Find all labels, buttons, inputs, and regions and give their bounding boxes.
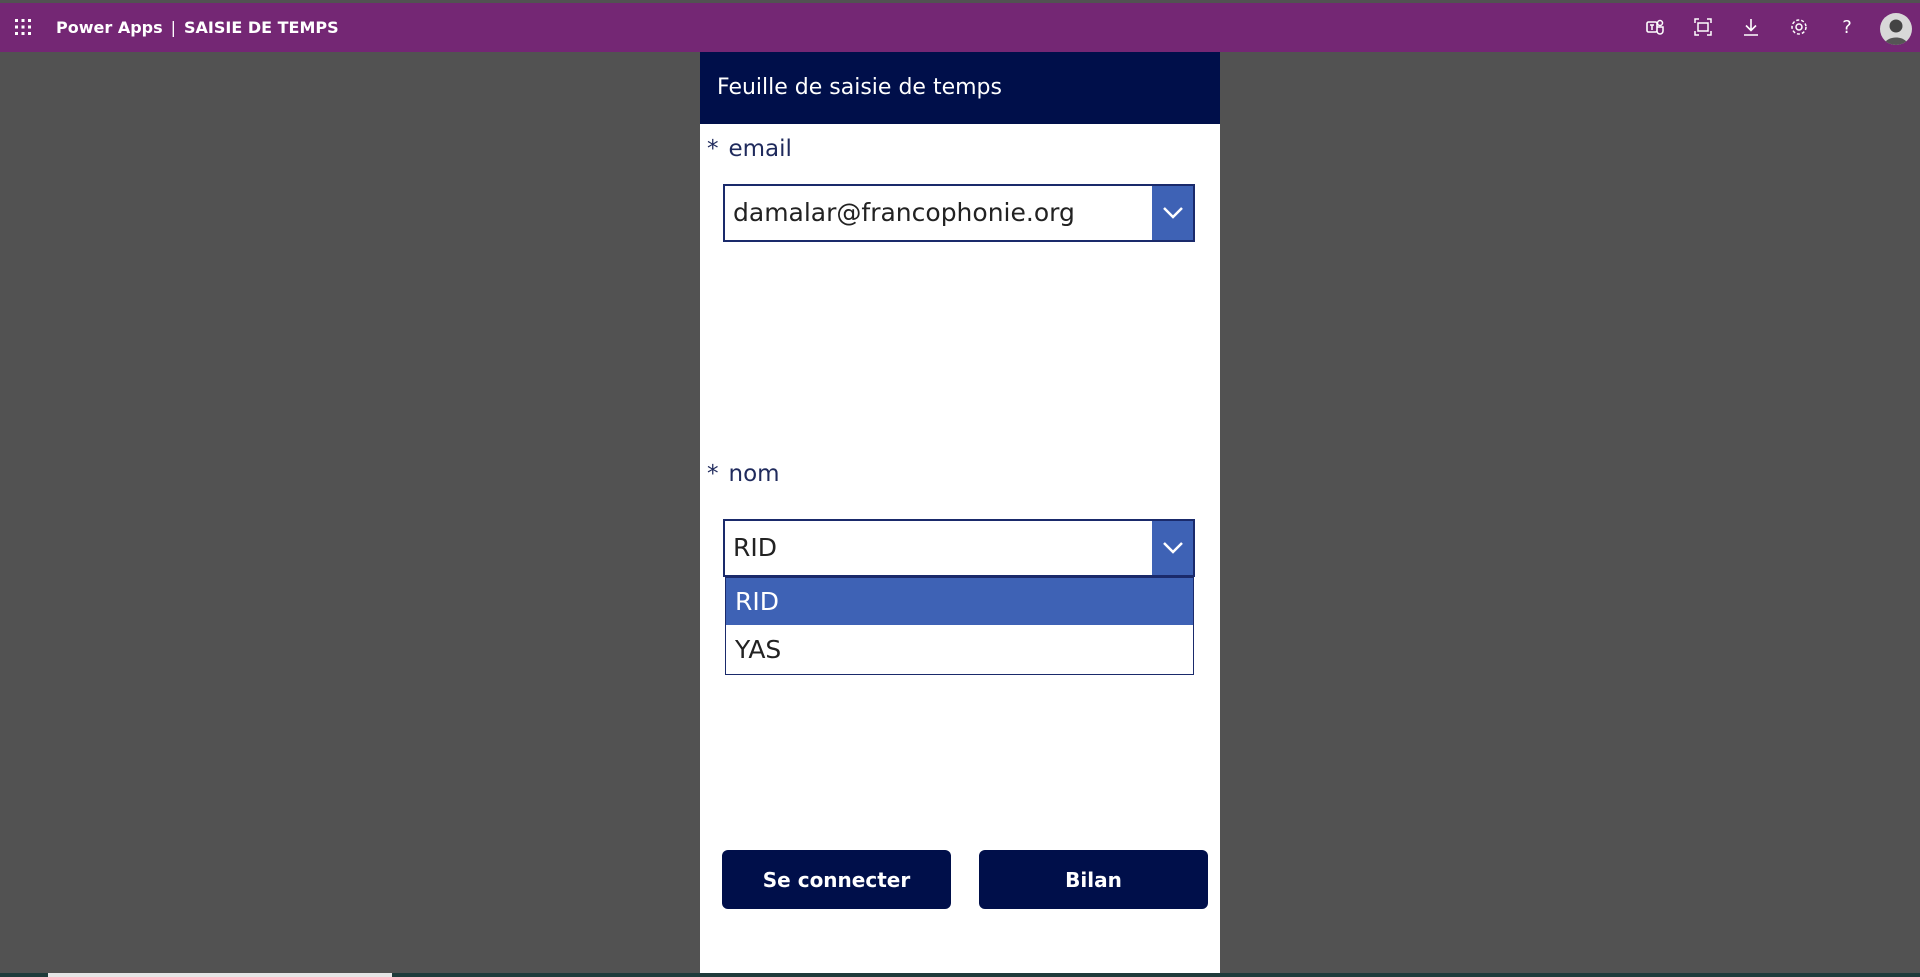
required-mark: * [707,136,719,162]
product-name: Power Apps [56,18,163,37]
app-topbar: Power Apps | SAISIE DE TEMPS ? [0,3,1920,52]
teams-icon[interactable] [1643,15,1667,39]
email-combobox[interactable]: damalar@francophonie.org [723,184,1195,242]
waffle-icon[interactable] [14,18,32,36]
form-title: Feuille de saisie de temps [717,75,1002,100]
help-icon[interactable]: ? [1835,15,1859,39]
app-canvas: Feuille de saisie de temps * email damala… [700,52,1220,974]
help-glyph: ? [1842,16,1852,38]
dropdown-option-rid[interactable]: RID [726,578,1193,625]
chevron-down-icon[interactable] [1152,521,1193,575]
chevron-down-icon[interactable] [1152,186,1193,240]
dropdown-option-yas[interactable]: YAS [726,626,1193,673]
email-value: damalar@francophonie.org [733,198,1075,227]
title-separator: | [170,18,177,37]
email-label: * email [707,136,792,162]
nom-value: RID [733,533,777,562]
nom-dropdown-list: RID YAS [725,577,1194,675]
form-header: Feuille de saisie de temps [700,52,1220,124]
se-connecter-button[interactable]: Se connecter [722,850,951,909]
email-label-text: email [728,136,792,162]
settings-icon[interactable] [1787,15,1811,39]
bottom-strip [0,973,1920,977]
nom-combobox[interactable]: RID [723,519,1195,577]
fit-screen-icon[interactable] [1691,15,1715,39]
download-icon[interactable] [1739,15,1763,39]
bottom-strip-highlight [48,973,392,977]
bilan-button[interactable]: Bilan [979,850,1208,909]
app-title: Power Apps | SAISIE DE TEMPS [56,3,339,52]
required-mark: * [707,461,719,487]
nom-label: * nom [707,461,780,487]
app-name: SAISIE DE TEMPS [184,18,339,37]
avatar[interactable] [1880,13,1912,45]
nom-label-text: nom [728,461,780,487]
